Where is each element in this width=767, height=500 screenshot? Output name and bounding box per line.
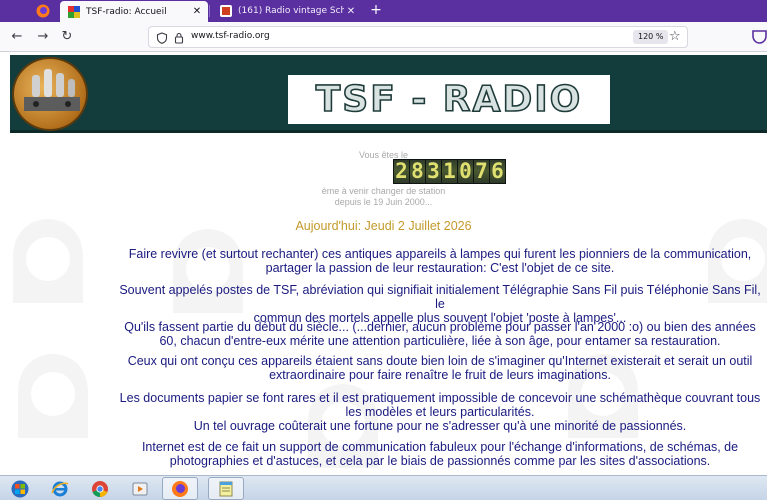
paragraph-line: Les documents papier se font rares et il… [119,391,761,405]
intro-paragraph: Ceux qui ont conçu ces appareils étaient… [115,354,765,382]
paragraph-line: Ceux qui ont conçu ces appareils étaient… [127,354,753,368]
counter-digit: 3 [426,159,441,183]
address-bar[interactable]: www.tsf-radio.org 120 % ☆ [148,26,688,48]
start-orb-icon [11,480,29,497]
counter-digit: 6 [490,159,505,183]
taskbar-chrome[interactable] [82,477,118,500]
start-button[interactable] [2,477,38,500]
background-radio-icon [18,354,88,438]
intro-paragraph: Souvent appelés postes de TSF, abréviati… [115,283,765,325]
forward-arrow-icon[interactable]: → [34,28,52,46]
paragraph-line: Un tel ouvrage coûterait une fortune pou… [193,419,687,433]
paragraph-line: les modèles et leurs particularités. [345,405,535,419]
visit-since-date: depuis le 19 Juin 2000... [334,197,433,207]
site-title-box: TSF - RADIO [288,75,610,124]
site-header-banner: TSF - RADIO [10,55,767,133]
reload-icon[interactable]: ↻ [58,28,76,46]
counter-digit: 8 [410,159,425,183]
browser-nav-bar: ← → ↻ www.tsf-radio.org 120 % ☆ [0,22,767,52]
close-tab-icon[interactable]: ✕ [190,6,204,17]
counter-digit: 2 [394,159,409,183]
firefox-icon [172,480,188,497]
today-date: Aujourd'hui: Jeudi 2 Juillet 2026 [295,219,472,233]
tube-radio-icon [24,69,80,111]
counter-digit: 0 [458,159,473,183]
paragraph-line: Qu'ils fassent partie du début du siècle… [124,320,756,334]
back-arrow-icon[interactable]: ← [8,28,26,46]
paragraph-line: partager la passion de leur restauration… [265,261,615,275]
tab-separator [209,5,210,17]
notepad-icon [219,481,233,496]
bookmark-star-icon[interactable]: ☆ [669,29,681,44]
browser-tab-bar: TSF-radio: Accueil ✕ (161) Radio vintage… [0,0,767,22]
taskbar-notepad[interactable] [208,477,244,500]
counter-digit: 1 [442,159,457,183]
intro-paragraph: Les documents papier se font rares et il… [115,391,765,433]
radio-chassis-logo [12,57,88,131]
paragraph-line: extraordinaire pour faire renaître le fr… [269,368,611,382]
paragraph-line: 60, chacun d'entre-eux mérite une attent… [159,334,721,348]
counter-digit: 7 [474,159,489,183]
chrome-icon [92,480,108,497]
intro-paragraph: Faire revivre (et surtout rechanter) ces… [115,247,765,275]
web-page: TSF - RADIO Vous êtes le 2 8 3 1 0 7 6 è… [0,52,767,475]
taskbar-internet-explorer[interactable] [42,477,78,500]
taskbar-firefox[interactable] [162,477,198,500]
tsf-favicon-icon [68,5,80,18]
windows-taskbar [0,475,767,500]
tab-title: TSF-radio: Accueil [86,6,167,17]
new-tab-icon[interactable]: + [368,2,384,18]
visit-counter-prefix: Vous êtes le [358,150,409,160]
lock-icon[interactable] [173,32,185,44]
zoom-level-badge[interactable]: 120 % [633,30,669,44]
tab-tsf-radio[interactable]: TSF-radio: Accueil ✕ [60,1,208,22]
paragraph-line: Faire revivre (et surtout rechanter) ces… [128,247,752,261]
tab-title: (161) Radio vintage Schneider S [238,6,344,16]
tab-radio-vintage[interactable]: (161) Radio vintage Schneider S ✕ [212,0,362,22]
media-player-icon [132,482,148,495]
forum-favicon-icon [220,5,232,17]
paragraph-line: Internet est de ce fait un support de co… [141,440,739,454]
close-tab-icon[interactable]: ✕ [344,6,358,17]
visit-counter-suffix: ème à venir changer de station depuis le… [0,186,767,208]
internet-explorer-icon [51,481,69,496]
shield-icon[interactable] [156,32,168,44]
taskbar-media-player[interactable] [122,477,158,500]
site-title: TSF - RADIO [315,78,583,121]
visit-suffix-line: ème à venir changer de station [321,186,446,196]
visitor-counter: 2 8 3 1 0 7 6 [393,159,506,184]
url-text[interactable]: www.tsf-radio.org [191,31,270,41]
paragraph-line: photographies et d'astuces, et cela par … [169,454,711,468]
intro-paragraph: Qu'ils fassent partie du début du siècle… [115,320,765,348]
pocket-icon[interactable] [752,28,767,46]
firefox-menu-icon[interactable] [36,4,50,18]
paragraph-line: Souvent appelés postes de TSF, abréviati… [119,283,761,311]
intro-paragraph: Internet est de ce fait un support de co… [115,440,765,468]
